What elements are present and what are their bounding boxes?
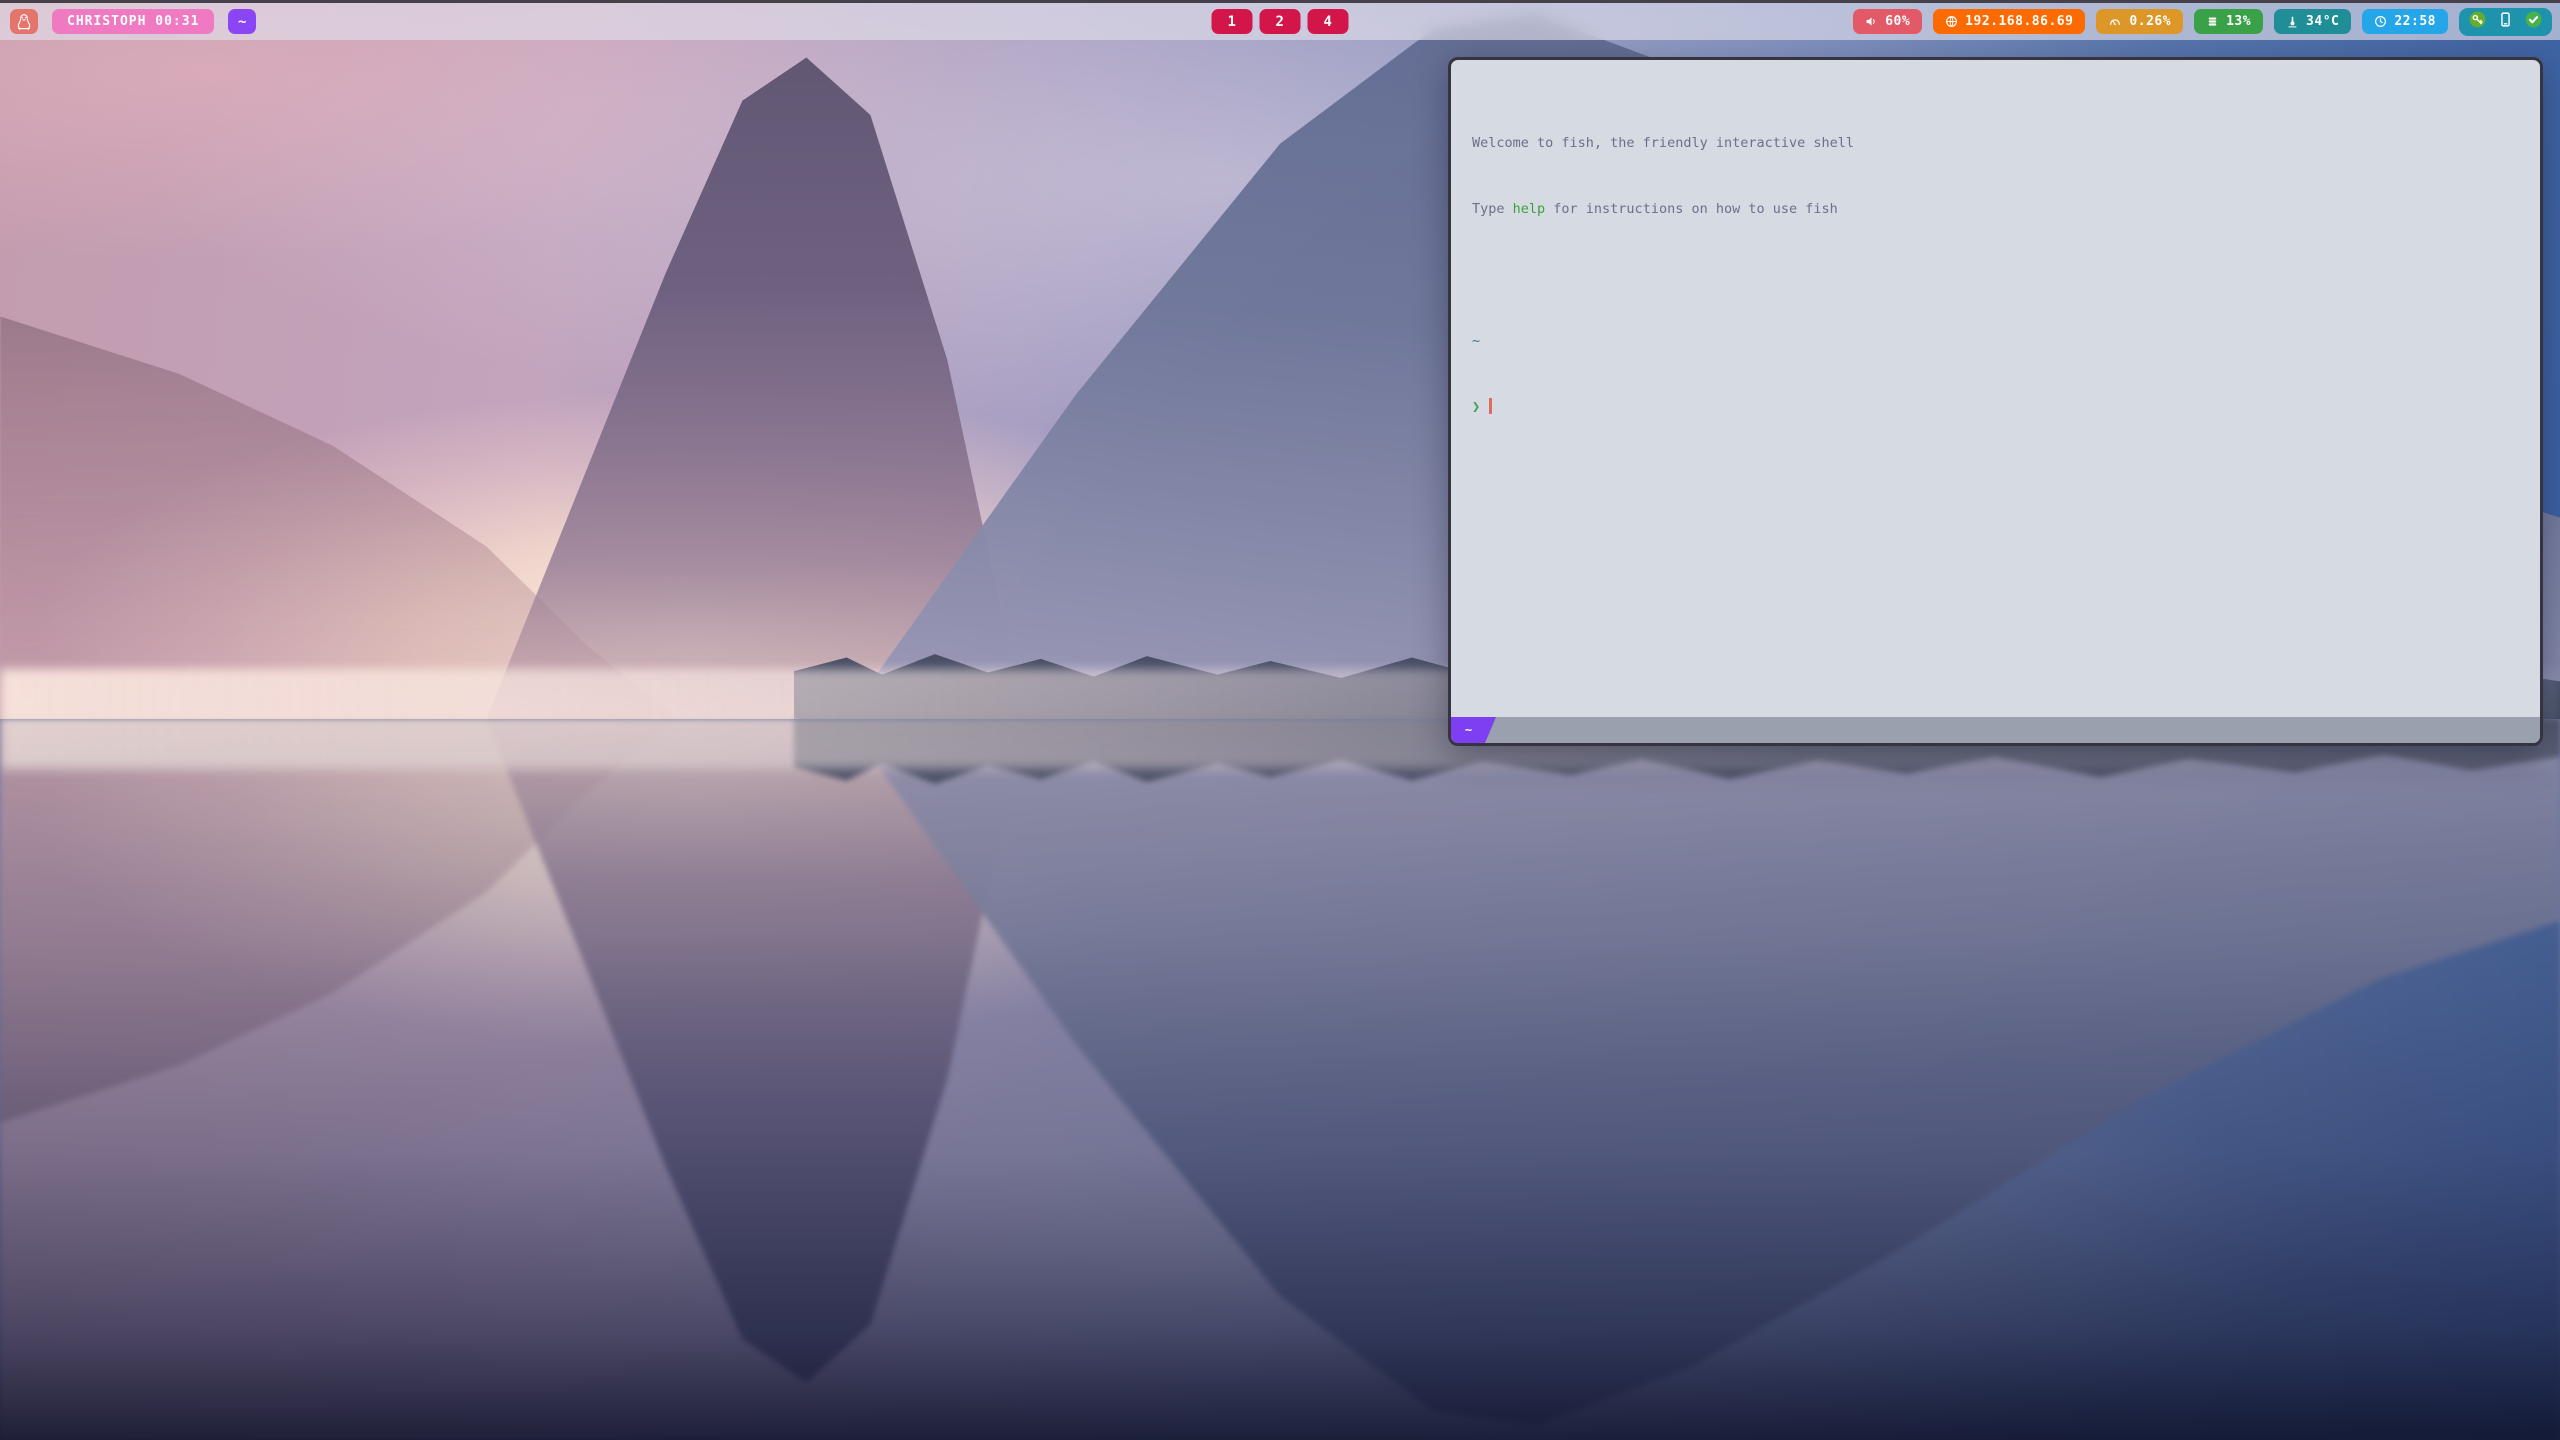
temperature-module[interactable]: 34°C (2274, 9, 2351, 34)
clock-icon (2374, 15, 2387, 28)
terminal-tab-home[interactable]: ~ (1451, 717, 1496, 743)
globe-icon (1945, 15, 1958, 28)
clock-value: 22:58 (2394, 14, 2436, 29)
status-bar: CHRISTOPH 00:31 ~ 1 2 4 60% (0, 0, 2560, 40)
memory-value: 13% (2226, 14, 2251, 29)
key-icon[interactable] (2468, 10, 2487, 33)
launcher-button[interactable] (10, 9, 38, 34)
scratchpad-badge[interactable]: ~ (228, 9, 256, 34)
prompt-chevron: ❯ (1472, 399, 1480, 415)
tux-penguin-icon (16, 13, 32, 31)
check-icon[interactable] (2524, 10, 2543, 33)
network-module[interactable]: 192.168.86.69 (1933, 9, 2085, 34)
blank-line (1472, 264, 2520, 286)
terminal-window: Welcome to fish, the friendly interactiv… (1448, 57, 2543, 746)
clock-module[interactable]: 22:58 (2362, 9, 2448, 34)
status-bar-left: CHRISTOPH 00:31 ~ (10, 9, 256, 34)
help-keyword: help (1513, 201, 1546, 217)
fish-greeting-line1: Welcome to fish, the friendly interactiv… (1472, 132, 2520, 154)
terminal-tab-bar: ~ (1451, 717, 2540, 743)
status-bar-right: 60% 192.168.86.69 0.26% (1853, 8, 2552, 36)
gauge-icon (2108, 15, 2122, 28)
memory-module[interactable]: 13% (2194, 9, 2263, 34)
user-clock-label: CHRISTOPH 00:31 (67, 14, 199, 29)
cpu-value: 0.26% (2129, 14, 2171, 29)
prompt-line: ❯ (1472, 396, 2520, 418)
workspace-button-1[interactable]: 1 (1212, 9, 1253, 34)
thermometer-icon (2286, 15, 2299, 29)
scratchpad-label: ~ (238, 14, 247, 30)
fish-greeting-line2: Type help for instructions on how to use… (1472, 198, 2520, 220)
volume-value: 60% (1885, 14, 1910, 29)
phone-icon[interactable] (2497, 10, 2514, 33)
wallpaper-lake-reflection (0, 719, 2560, 1440)
workspace-button-2[interactable]: 2 (1260, 9, 1301, 34)
workspace-button-4[interactable]: 4 (1308, 9, 1349, 34)
workspace-switcher: 1 2 4 (1212, 9, 1349, 34)
system-tray (2459, 8, 2552, 36)
prompt-path: ~ (1472, 330, 2520, 352)
volume-module[interactable]: 60% (1853, 9, 1922, 34)
user-clock-badge[interactable]: CHRISTOPH 00:31 (52, 9, 214, 34)
terminal-tab-label: ~ (1465, 723, 1472, 737)
cpu-module[interactable]: 0.26% (2096, 9, 2183, 34)
network-ip-value: 192.168.86.69 (1965, 14, 2073, 29)
temperature-value: 34°C (2306, 14, 2339, 29)
memory-icon (2206, 15, 2219, 28)
terminal-output[interactable]: Welcome to fish, the friendly interactiv… (1451, 60, 2540, 717)
speaker-icon (1865, 15, 1878, 28)
terminal-cursor (1489, 398, 1492, 414)
